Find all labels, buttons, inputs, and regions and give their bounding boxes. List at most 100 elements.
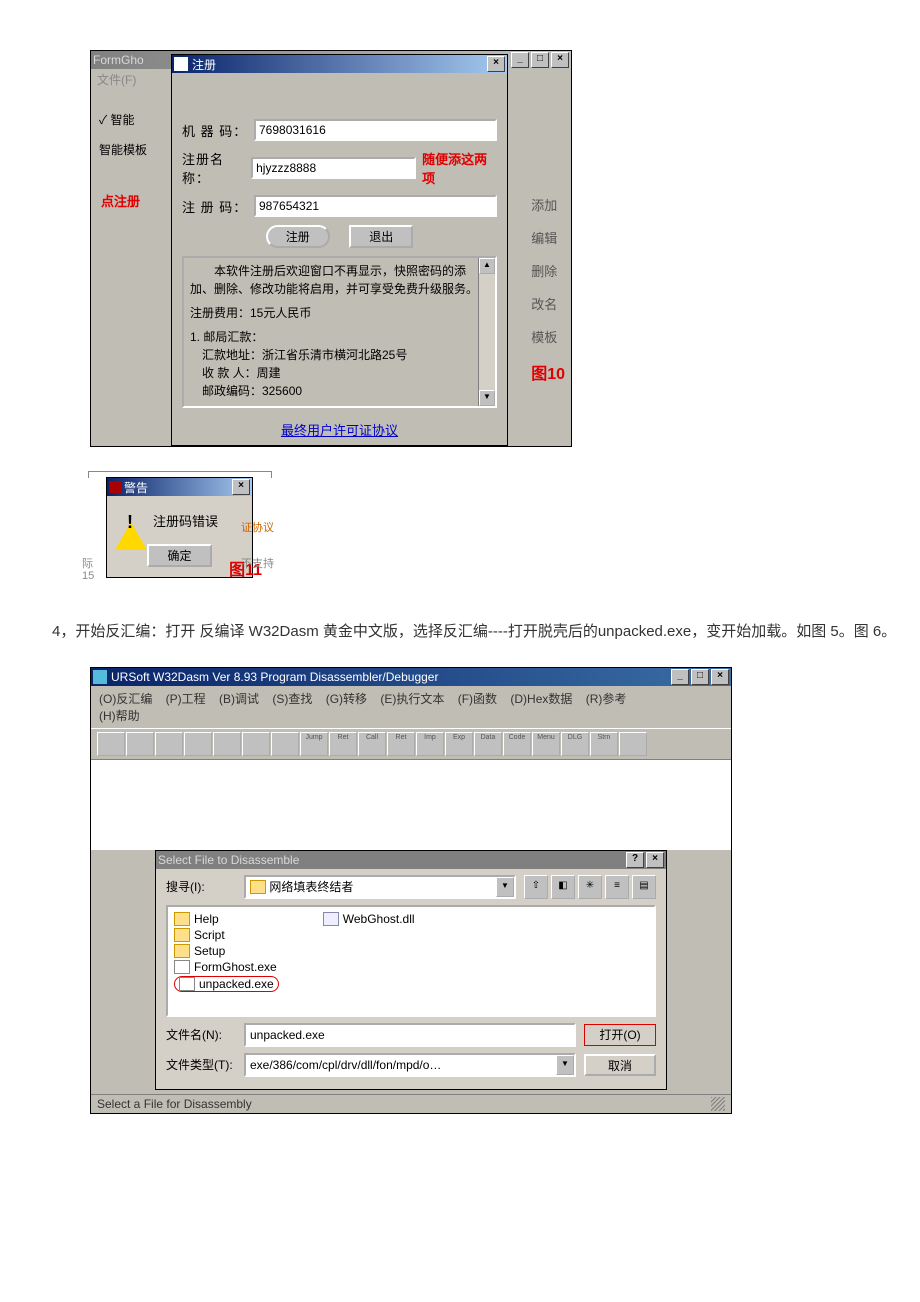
desc-pay1: 1. 邮局汇款： — [190, 328, 489, 346]
close-icon[interactable]: × — [232, 479, 250, 495]
menu-debug[interactable]: (B)调试 — [219, 692, 259, 706]
file-list[interactable]: Help Script Setup FormGhost.exe unpacked… — [166, 905, 656, 1017]
close-icon[interactable]: × — [551, 52, 569, 68]
menu-ref[interactable]: (R)参考 — [586, 692, 627, 706]
menu-disasm[interactable]: (O)反汇编 — [99, 692, 152, 706]
filename-input[interactable]: unpacked.exe — [244, 1023, 576, 1047]
side-buttons: 添加 编辑 删除 改名 模板 图10 — [531, 181, 565, 398]
side-add[interactable]: 添加 — [531, 195, 565, 214]
exe-icon — [174, 960, 190, 974]
close-icon[interactable]: × — [646, 852, 664, 868]
w32dasm-titlebar: URSoft W32Dasm Ver 8.93 Program Disassem… — [91, 668, 731, 686]
toolbar-icon[interactable] — [97, 732, 125, 756]
menu-goto[interactable]: (G)转移 — [326, 692, 367, 706]
menu-func[interactable]: (F)函数 — [458, 692, 497, 706]
minimize-icon[interactable]: _ — [511, 52, 529, 68]
resize-grip-icon[interactable] — [711, 1097, 725, 1111]
exe-icon — [179, 977, 195, 991]
side-edit[interactable]: 编辑 — [531, 228, 565, 247]
warning-icon — [115, 506, 143, 534]
up-folder-icon[interactable]: ⇧ — [524, 875, 548, 899]
lookin-label: 搜寻(I): — [166, 878, 236, 895]
maximize-icon[interactable]: □ — [531, 52, 549, 68]
register-title: 注册 — [192, 56, 216, 73]
w32dasm-menubar[interactable]: (O)反汇编 (P)工程 (B)调试 (S)查找 (G)转移 (E)执行文本 (… — [91, 686, 731, 728]
list-item-selected: unpacked.exe — [172, 975, 281, 993]
reg-code-input[interactable] — [254, 195, 497, 217]
toolbar-imp-icon[interactable]: Imp — [416, 732, 444, 756]
toolbar-icon[interactable] — [126, 732, 154, 756]
scroll-down-icon[interactable]: ▼ — [479, 390, 495, 406]
toolbar-ret2-icon[interactable]: Ret — [387, 732, 415, 756]
menu-search[interactable]: (S)查找 — [272, 692, 312, 706]
alert-message: 注册码错误 — [153, 511, 218, 530]
register-button[interactable]: 注册 — [266, 225, 330, 248]
menu-hex[interactable]: (D)Hex数据 — [510, 692, 572, 706]
desc-line1: 本软件注册后欢迎窗口不再显示，快照密码的添加、删除、修改功能将启用，并可享受免费… — [190, 262, 489, 298]
toolbar-strn-icon[interactable]: Strn — [590, 732, 618, 756]
toolbar-data-icon[interactable]: Data — [474, 732, 502, 756]
minimize-icon[interactable]: _ — [671, 669, 689, 685]
lookin-combo[interactable]: 网络填表终结者 ▼ — [244, 875, 516, 899]
open-button[interactable]: 打开(O) — [584, 1024, 656, 1046]
filename-label: 文件名(N): — [166, 1026, 236, 1043]
dropdown-icon[interactable]: ▼ — [556, 1055, 574, 1075]
menu-project[interactable]: (P)工程 — [166, 692, 206, 706]
ok-button[interactable]: 确定 — [147, 544, 211, 567]
help-icon[interactable]: ? — [626, 852, 644, 868]
sidebar-item-smart[interactable]: ✓ 智能 — [99, 111, 135, 128]
list-item: FormGhost.exe — [172, 959, 281, 975]
toolbar-icon[interactable] — [213, 732, 241, 756]
filetype-combo[interactable]: exe/386/com/cpl/drv/dll/fon/mpd/o… ▼ — [244, 1053, 576, 1077]
w32dasm-window: URSoft W32Dasm Ver 8.93 Program Disassem… — [90, 667, 732, 1114]
toolbar-code-icon[interactable]: Code — [503, 732, 531, 756]
close-icon[interactable]: × — [711, 669, 729, 685]
status-text: Select a File for Disassembly — [97, 1097, 252, 1111]
w32dasm-client-area — [91, 760, 731, 850]
side-rename[interactable]: 改名 — [531, 294, 565, 313]
close-icon[interactable]: × — [487, 56, 505, 72]
toolbar-icon[interactable] — [619, 732, 647, 756]
exit-button[interactable]: 退出 — [349, 225, 413, 248]
toolbar-icon[interactable] — [271, 732, 299, 756]
desc-pay4: 邮政编码：325600 — [190, 382, 489, 400]
scroll-up-icon[interactable]: ▲ — [479, 258, 495, 274]
menu-exectext[interactable]: (E)执行文本 — [380, 692, 444, 706]
folder-icon — [250, 880, 266, 894]
toolbar-icon[interactable] — [242, 732, 270, 756]
sidebar-item-template[interactable]: 智能模板 — [99, 141, 147, 158]
folder-icon — [174, 928, 190, 942]
toolbar-ret-icon[interactable]: Ret — [329, 732, 357, 756]
toolbar-dlg-icon[interactable]: DLG — [561, 732, 589, 756]
detail-view-icon[interactable]: ▤ — [632, 875, 656, 899]
toolbar-jump-icon[interactable]: Jump — [300, 732, 328, 756]
toolbar-call-icon[interactable]: Call — [358, 732, 386, 756]
reg-name-input[interactable] — [251, 157, 416, 179]
toolbar-exp-icon[interactable]: Exp — [445, 732, 473, 756]
figure-10-label: 图10 — [531, 360, 565, 384]
cancel-button[interactable]: 取消 — [584, 1054, 656, 1076]
new-folder-icon[interactable]: ✳ — [578, 875, 602, 899]
machine-code-input[interactable] — [254, 119, 497, 141]
maximize-icon[interactable]: □ — [691, 669, 709, 685]
side-del[interactable]: 删除 — [531, 261, 565, 280]
desc-pay3: 收 款 人：周建 — [190, 364, 489, 382]
toolbar-icon[interactable] — [184, 732, 212, 756]
toolbar-menu-icon[interactable]: Menu — [532, 732, 560, 756]
list-view-icon[interactable]: ≡ — [605, 875, 629, 899]
menu-help[interactable]: (H)帮助 — [99, 709, 140, 723]
toolbar-icon[interactable] — [155, 732, 183, 756]
dropdown-icon[interactable]: ▼ — [496, 877, 514, 897]
register-link-label: 点注册 — [101, 191, 140, 210]
list-item: WebGhost.dll — [321, 911, 417, 927]
eula-link[interactable]: 最终用户许可证协议 — [281, 423, 398, 438]
description-box: 本软件注册后欢迎窗口不再显示，快照密码的添加、删除、修改功能将启用，并可享受免费… — [182, 256, 497, 408]
desc-scrollbar[interactable]: ▲ ▼ — [478, 258, 495, 406]
register-dialog: 注册 × 机 器 码： 注册名称： 随便添这两项 注 册 码： 注册 — [171, 54, 508, 446]
machine-code-label: 机 器 码： — [182, 121, 254, 140]
fragment-right1: 证协议 — [241, 519, 274, 535]
w32dasm-title: URSoft W32Dasm Ver 8.93 Program Disassem… — [111, 670, 438, 684]
w32dasm-statusbar: Select a File for Disassembly — [91, 1094, 731, 1113]
desktop-icon[interactable]: ◧ — [551, 875, 575, 899]
side-template[interactable]: 模板 — [531, 327, 565, 346]
